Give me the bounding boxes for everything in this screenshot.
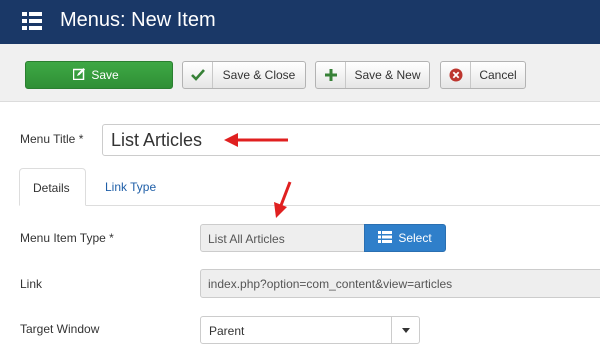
- tab-link-type[interactable]: Link Type: [92, 168, 169, 206]
- target-window-select[interactable]: Parent: [200, 316, 420, 344]
- target-window-label: Target Window: [20, 322, 100, 336]
- menu-item-type-field: List All Articles: [200, 224, 365, 252]
- annotation-arrow-type: [274, 181, 292, 218]
- cancel-circle-icon: [441, 62, 471, 88]
- tab-details[interactable]: Details: [19, 168, 86, 206]
- check-icon: [183, 62, 213, 88]
- save-close-label: Save & Close: [222, 68, 296, 82]
- select-label: Select: [398, 231, 432, 245]
- menu-title-input[interactable]: List Articles: [102, 124, 600, 156]
- list-icon: [22, 12, 42, 30]
- toolbar: Save Save & Close Save & New Cancel: [0, 44, 600, 102]
- save-new-label: Save & New: [354, 68, 421, 82]
- plus-icon: [316, 62, 346, 88]
- save-close-button[interactable]: Save & Close: [182, 61, 306, 89]
- target-window-value: Parent: [209, 324, 245, 338]
- menu-title-label: Menu Title *: [20, 132, 84, 146]
- chevron-down-icon: [391, 317, 419, 343]
- list-icon: [378, 230, 393, 246]
- select-button[interactable]: Select: [364, 224, 446, 252]
- annotation-arrow-title: [224, 133, 288, 147]
- link-field: index.php?option=com_content&view=articl…: [200, 269, 600, 298]
- save-label: Save: [91, 68, 119, 82]
- cancel-label: Cancel: [479, 68, 517, 82]
- header-bar: Menus: New Item: [0, 0, 600, 44]
- link-label: Link: [20, 277, 43, 291]
- menu-item-type-label: Menu Item Type *: [20, 231, 114, 245]
- save-new-button[interactable]: Save & New: [315, 61, 430, 89]
- cancel-button[interactable]: Cancel: [440, 61, 526, 89]
- tab-bar: Details Link Type: [19, 168, 600, 206]
- save-button[interactable]: Save: [25, 61, 173, 89]
- edit-icon: [73, 67, 86, 83]
- page-title: Menus: New Item: [60, 9, 216, 31]
